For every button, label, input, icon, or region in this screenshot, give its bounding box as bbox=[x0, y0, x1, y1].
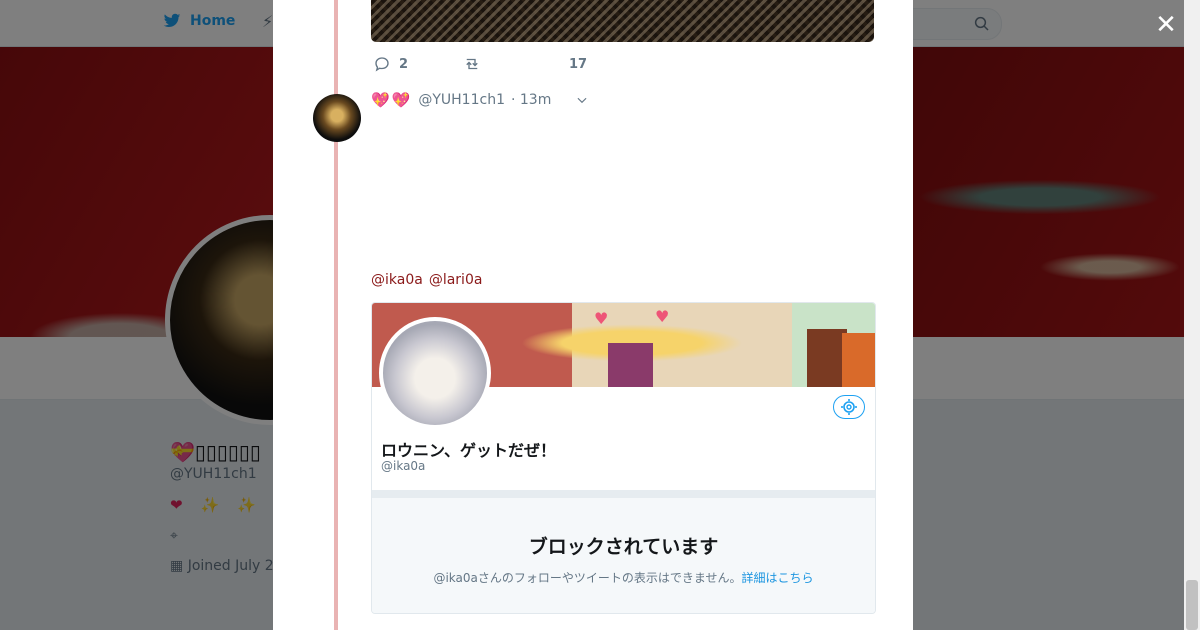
tweet-author-name[interactable]: 💖💖 bbox=[371, 91, 412, 109]
blocked-notice: ブロックされています @ika0aさんのフォローやツイートの表示はできません。詳… bbox=[372, 498, 875, 613]
reply-button[interactable]: 2 bbox=[373, 55, 463, 73]
heart-icon: ♥ bbox=[655, 307, 670, 326]
chevron-down-icon[interactable] bbox=[575, 93, 589, 107]
tweet-actions bbox=[373, 622, 473, 630]
heart-icon: ♥ bbox=[594, 309, 609, 328]
scrollbar-thumb[interactable] bbox=[1186, 580, 1198, 630]
blocked-title: ブロックされています bbox=[528, 536, 719, 558]
divider bbox=[372, 490, 875, 498]
card-avatar[interactable] bbox=[379, 317, 491, 429]
mention-link[interactable]: @lari0a bbox=[429, 272, 483, 288]
previous-tweet-image[interactable] bbox=[371, 0, 874, 42]
reply-count: 2 bbox=[399, 56, 409, 72]
book-illustration bbox=[608, 343, 653, 387]
furniture-illustration bbox=[807, 329, 847, 387]
blocked-message: @ika0aさんのフォローやツイートの表示はできません。詳細はこちら bbox=[372, 569, 875, 586]
embedded-profile-card[interactable]: ♥ ♥ ロウニン、ゲットだぜ！ @ika0a ブロックされています @ika0a… bbox=[371, 302, 876, 614]
scrollbar[interactable] bbox=[1184, 0, 1200, 630]
retweet-icon bbox=[466, 58, 478, 70]
tweet-mentions: @ika0a @lari0a bbox=[371, 272, 488, 288]
card-handle[interactable]: @ika0a bbox=[381, 459, 425, 473]
retweet-button[interactable] bbox=[463, 55, 569, 73]
tweet-author-handle[interactable]: @YUH11ch1 bbox=[418, 92, 505, 108]
reply-icon bbox=[375, 57, 389, 72]
learn-more-link[interactable]: 詳細はこちら bbox=[742, 571, 814, 585]
mention-link[interactable]: @ika0a bbox=[371, 272, 423, 288]
like-count: 17 bbox=[569, 56, 588, 72]
tweet-header: 💖💖 @YUH11ch1 · 13m bbox=[371, 91, 589, 109]
card-display-name[interactable]: ロウニン、ゲットだぜ！ bbox=[381, 437, 556, 461]
gear-icon bbox=[841, 399, 857, 415]
previous-tweet-actions: 2 17 bbox=[373, 55, 587, 73]
like-button[interactable]: 17 bbox=[569, 57, 587, 72]
tweet-thread-modal: 2 17 💖💖 @YUH11ch1 · 13m @ika0a @lari0a ♥ … bbox=[273, 0, 913, 630]
close-icon[interactable]: ✕ bbox=[1153, 12, 1179, 38]
tweet-timestamp[interactable]: · 13m bbox=[511, 92, 551, 108]
blocked-message-text: @ika0aさんのフォローやツイートの表示はできません。 bbox=[433, 571, 742, 585]
settings-button[interactable] bbox=[833, 395, 865, 419]
chair-illustration bbox=[842, 333, 875, 387]
tweet-author-avatar[interactable] bbox=[313, 94, 361, 142]
